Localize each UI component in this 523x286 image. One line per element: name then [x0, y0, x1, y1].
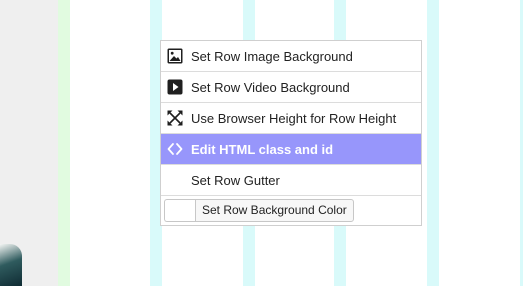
row-options-menu: Set Row Image Background Set Row Video B…: [160, 40, 422, 226]
menu-item-use-browser-height[interactable]: Use Browser Height for Row Height: [161, 103, 421, 134]
menu-item-label: Set Row Gutter: [191, 172, 280, 188]
background-color-picker: Set Row Background Color: [161, 196, 421, 225]
menu-item-set-row-gutter[interactable]: Set Row Gutter: [161, 165, 421, 196]
column-guide: [427, 0, 439, 286]
menu-item-label: Set Row Video Background: [191, 79, 350, 95]
menu-item-edit-html-class-and-id[interactable]: Edit HTML class and id: [161, 134, 421, 165]
image-icon: [167, 48, 183, 64]
menu-item-set-row-video-background[interactable]: Set Row Video Background: [161, 72, 421, 103]
image-thumbnail: [0, 244, 22, 286]
video-play-icon: [167, 79, 183, 95]
color-swatch[interactable]: [164, 199, 195, 222]
expand-arrows-icon: [167, 110, 183, 126]
menu-item-label: Set Row Image Background: [191, 48, 353, 64]
menu-item-set-row-image-background[interactable]: Set Row Image Background: [161, 41, 421, 72]
code-brackets-icon: [167, 141, 183, 157]
menu-item-label: Use Browser Height for Row Height: [191, 110, 397, 126]
set-row-background-color-button[interactable]: Set Row Background Color: [195, 199, 354, 222]
row-left-border: [58, 0, 70, 286]
menu-item-label: Edit HTML class and id: [191, 141, 334, 157]
